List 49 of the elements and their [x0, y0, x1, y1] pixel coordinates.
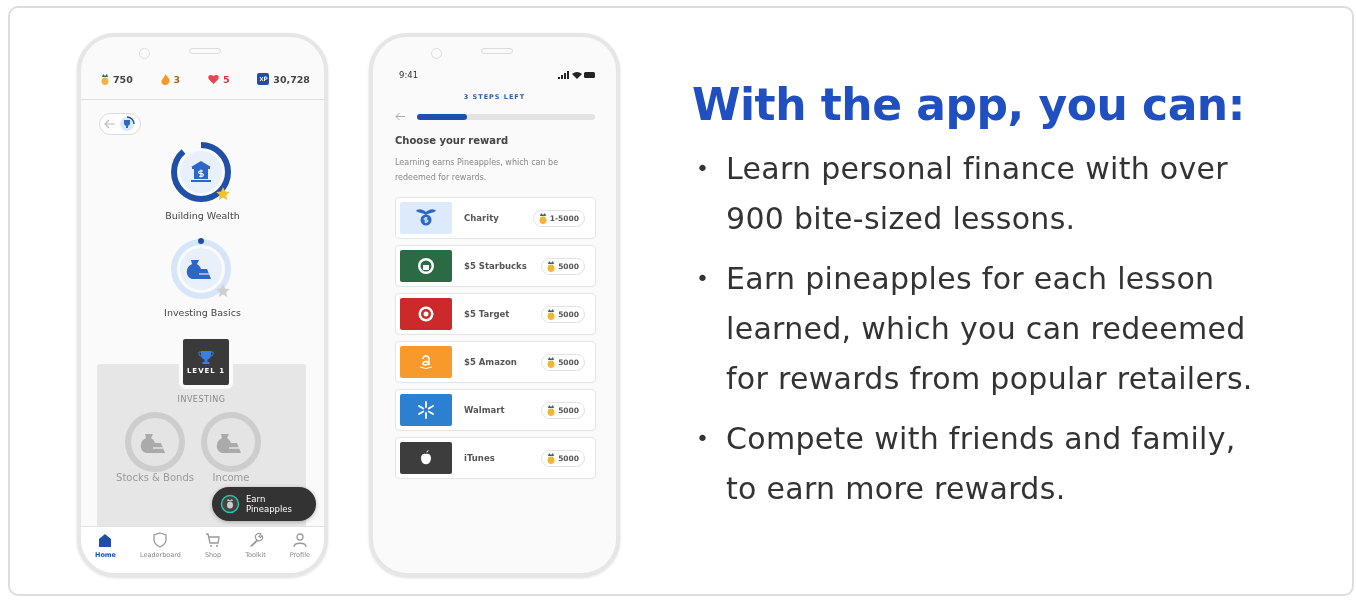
stat-value: 750	[113, 73, 133, 85]
stat-value: 3	[173, 73, 181, 85]
pineapple-icon	[547, 452, 556, 464]
bullet-marker: •	[696, 426, 709, 451]
speaker-icon	[481, 48, 513, 54]
xp-icon	[257, 73, 270, 85]
pineapple-icon	[547, 260, 556, 272]
stat-value: 30,728	[273, 73, 310, 85]
screen-description: Learning earns Pineapples, which can be redeemed for rewards.	[395, 157, 560, 184]
back-button[interactable]	[99, 113, 141, 135]
reward-logo-icon	[400, 202, 452, 234]
pineapple-icon	[220, 494, 240, 514]
lesson-title: Stocks & Bonds	[116, 473, 194, 483]
wrench-icon	[247, 532, 264, 548]
bullet-text: Compete with friends and family, to earn more rewards.	[726, 420, 1237, 508]
pineapple-icon	[547, 308, 556, 320]
promo-title: With the app, you can:	[692, 79, 1246, 130]
trophy-icon	[198, 349, 214, 365]
back-arrow-icon	[104, 119, 116, 129]
screen-heading: Choose your reward	[395, 135, 509, 146]
shield-icon	[152, 532, 169, 548]
lesson-title: Investing Basics	[164, 307, 241, 318]
profile-icon	[291, 532, 308, 548]
reward-logo-icon	[400, 250, 452, 282]
status-time: 9:41	[399, 70, 419, 80]
bullet-marker: •	[696, 266, 709, 291]
lesson-title: Building Wealth	[165, 210, 240, 221]
lesson-title: Income	[212, 473, 250, 483]
pineapple-icon	[101, 73, 109, 85]
pineapple-icon	[547, 404, 556, 416]
reward-logo-icon	[400, 298, 452, 330]
reward-logo-icon	[400, 394, 452, 426]
pineapple-icon	[547, 356, 556, 368]
home-icon	[97, 532, 114, 548]
section-title: INVESTING	[177, 395, 226, 404]
stat-value: 5	[222, 73, 230, 85]
reward-logo-icon	[400, 442, 452, 474]
bullet-text: Learn personal finance with over 900 bite-sized lessons.	[726, 150, 1229, 238]
status-icons	[558, 71, 596, 79]
cart-icon	[205, 532, 222, 548]
bullet-text: Earn pineapples for each lesson learned, which you can redeemed for rewards from popular retailers.	[726, 260, 1254, 398]
reward-logo-icon	[400, 346, 452, 378]
earn-pineapples-button[interactable]: Earn Pineapples	[212, 487, 316, 521]
heart-icon	[207, 74, 219, 84]
speaker-icon	[189, 48, 221, 54]
bullet-marker: •	[696, 156, 709, 181]
pineapple-icon	[538, 212, 547, 224]
flame-icon	[160, 73, 170, 85]
trophy-icon	[119, 116, 135, 132]
